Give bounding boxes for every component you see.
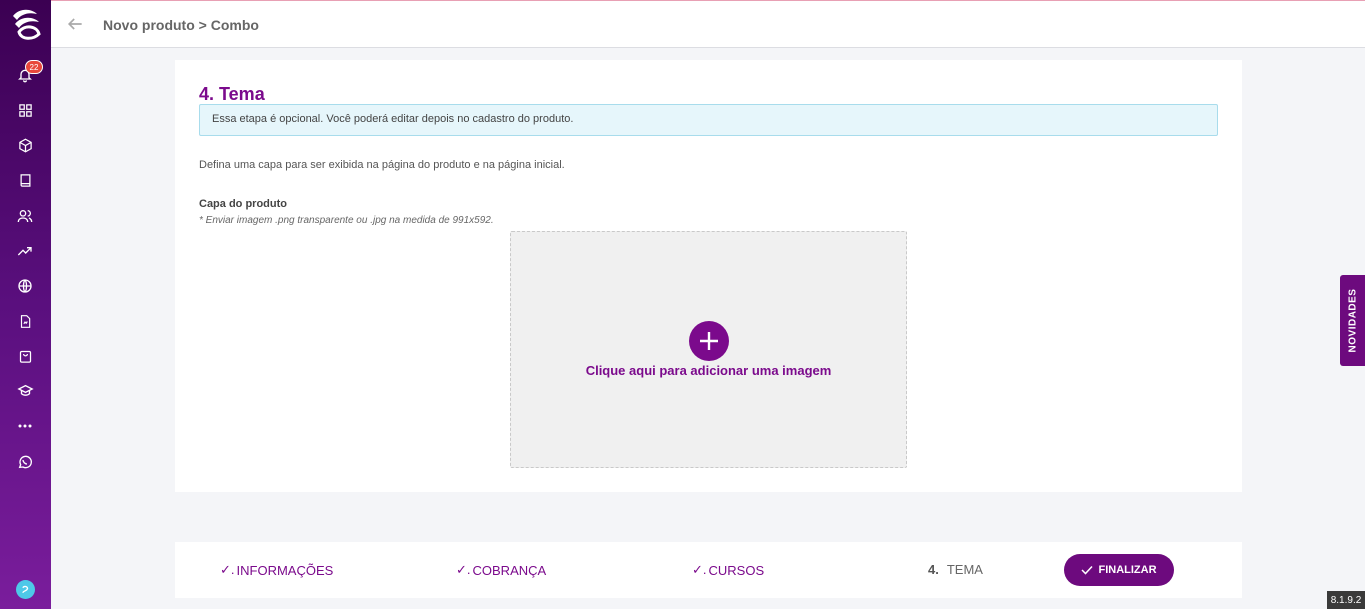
check-icon: ✓. (456, 562, 471, 577)
check-icon: ✓. (220, 562, 235, 577)
bag-icon[interactable] (14, 345, 36, 367)
dashboard-icon[interactable] (14, 99, 36, 121)
image-upload-area[interactable]: Clique aqui para adicionar uma imagem (510, 231, 907, 468)
step-number: 4. (928, 562, 939, 577)
finalize-button[interactable]: FINALIZAR (1064, 554, 1174, 586)
section-description: Defina uma capa para ser exibida na pági… (199, 159, 565, 171)
breadcrumb: Novo produto > Combo (103, 17, 259, 33)
section-title: 4. Tema (199, 84, 265, 104)
trending-icon[interactable] (14, 240, 36, 262)
check-icon: ✓. (692, 562, 707, 577)
step-label: CURSOS (708, 562, 765, 578)
step-cursos[interactable]: ✓. CURSOS (692, 562, 764, 578)
sidebar: 22 (0, 0, 51, 609)
finalize-label: FINALIZAR (1098, 564, 1157, 576)
document-icon[interactable] (14, 310, 36, 332)
cover-hint: * Enviar imagem .png transparente ou .jp… (199, 215, 494, 226)
notification-badge: 22 (25, 60, 43, 74)
step-label: INFORMAÇÕES (236, 562, 334, 578)
graduation-icon[interactable] (14, 380, 36, 402)
whatsapp-icon[interactable] (14, 451, 36, 473)
more-icon[interactable] (14, 415, 36, 437)
optional-info-alert: Essa etapa é opcional. Você poderá edita… (199, 104, 1218, 136)
step-informacoes[interactable]: ✓. INFORMAÇÕES (220, 562, 333, 578)
wizard-stepper: ✓. INFORMAÇÕES ✓. COBRANÇA ✓. CURSOS 4. … (175, 542, 1242, 598)
step-label: COBRANÇA (472, 562, 547, 578)
step-cobranca[interactable]: ✓. COBRANÇA (456, 562, 546, 578)
version-label: 8.1.9.2 (1327, 591, 1365, 609)
users-icon[interactable] (14, 205, 36, 227)
globe-icon[interactable] (14, 275, 36, 297)
plus-icon[interactable] (689, 321, 729, 361)
check-icon (1081, 565, 1094, 575)
step-tema[interactable]: 4. TEMA (928, 562, 983, 577)
step-label: TEMA (946, 562, 983, 577)
app-logo[interactable] (9, 6, 43, 42)
novidades-label: NOVIDADES (1347, 288, 1359, 353)
help-icon[interactable] (16, 580, 35, 599)
novidades-tab[interactable]: NOVIDADES (1340, 275, 1365, 366)
theme-section-card: 4. Tema Essa etapa é opcional. Você pode… (175, 60, 1242, 492)
book-icon[interactable] (14, 169, 36, 191)
cover-label: Capa do produto (199, 198, 287, 210)
back-arrow-icon[interactable] (65, 14, 85, 34)
top-bar: Novo produto > Combo (51, 0, 1365, 48)
upload-label[interactable]: Clique aqui para adicionar uma imagem (511, 363, 906, 378)
box-icon[interactable] (14, 134, 36, 156)
